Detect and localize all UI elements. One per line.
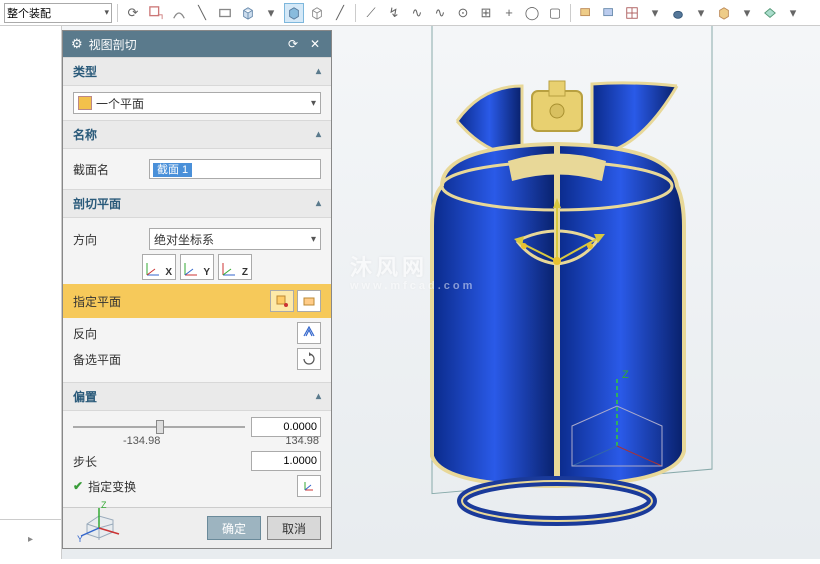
axis-y-button[interactable]: Y: [180, 254, 214, 280]
cancel-button[interactable]: 取消: [267, 516, 321, 540]
tool-path2-icon[interactable]: ↯: [384, 3, 404, 23]
specify-transform-check[interactable]: ✔ 指定变换: [73, 478, 136, 495]
type-combo[interactable]: 一个平面: [73, 92, 321, 114]
tool-wave1-icon[interactable]: ∿: [407, 3, 427, 23]
reverse-button[interactable]: [297, 322, 321, 344]
direction-label: 方向: [73, 231, 143, 248]
tool-layer2-icon[interactable]: [599, 3, 619, 23]
left-expand-handle[interactable]: [0, 519, 61, 559]
offset-min: -134.98: [123, 435, 160, 447]
offset-slider[interactable]: [73, 418, 245, 436]
separator: [117, 4, 118, 22]
section-name-label: 截面名: [73, 161, 143, 178]
assembly-label: 整个装配: [7, 5, 51, 21]
svg-text:Z: Z: [622, 369, 629, 381]
plane-options-icon[interactable]: [297, 290, 321, 312]
top-toolbar: 整个装配 ⟳ ╲ ▾ ╱ ⟋ ↯ ∿ ∿ ⊙ ⊞ + ◯ ▢ ▾ ▾ ▾ ▾: [0, 0, 820, 26]
tool-add-icon[interactable]: [146, 3, 166, 23]
tool-path1-icon[interactable]: ⟋: [361, 3, 381, 23]
left-sidebar: [0, 26, 62, 559]
transform-label: 指定变换: [88, 478, 136, 495]
offset-max: 134.98: [285, 435, 319, 447]
axis-z-button[interactable]: Z: [218, 254, 252, 280]
pick-plane-icon[interactable]: [270, 290, 294, 312]
tool-box-icon[interactable]: ▢: [545, 3, 565, 23]
tool-dropdown4-icon[interactable]: ▾: [737, 3, 757, 23]
tool-wire-icon[interactable]: [307, 3, 327, 23]
tool-dropdown3-icon[interactable]: ▾: [691, 3, 711, 23]
tool-line-icon[interactable]: ╲: [192, 3, 212, 23]
tool-teapot-icon[interactable]: [668, 3, 688, 23]
plane-icon: [78, 96, 92, 110]
panel-title-text: 视图剖切: [89, 36, 137, 53]
tool-cube-icon[interactable]: [238, 3, 258, 23]
section-offset-header[interactable]: 偏置: [63, 382, 331, 411]
reset-icon[interactable]: ⟳: [285, 36, 301, 52]
transform-csys-icon[interactable]: [297, 475, 321, 497]
section-type-header[interactable]: 类型: [63, 57, 331, 86]
specify-plane-label: 指定平面: [73, 293, 267, 310]
svg-text:Y: Y: [77, 534, 83, 544]
tool-target-icon[interactable]: ⊙: [453, 3, 473, 23]
close-icon[interactable]: ✕: [307, 36, 323, 52]
tool-dropdown2-icon[interactable]: ▾: [645, 3, 665, 23]
tool-refresh-icon[interactable]: ⟳: [123, 3, 143, 23]
tool-multi-icon[interactable]: ⊞: [476, 3, 496, 23]
ok-button[interactable]: 确定: [207, 516, 261, 540]
tool-shaded-icon[interactable]: [284, 3, 304, 23]
section-plane-header[interactable]: 剖切平面: [63, 189, 331, 218]
tool-rect-icon[interactable]: [215, 3, 235, 23]
section-view-panel: ⚙ 视图剖切 ⟳ ✕ 类型 一个平面 名称 截面名 截面 1 剖切平面 方向 绝…: [62, 30, 332, 549]
tool-curve-icon[interactable]: [169, 3, 189, 23]
view-triad[interactable]: Z Y: [75, 494, 125, 544]
tool-circle-icon[interactable]: ◯: [522, 3, 542, 23]
step-value-input[interactable]: [251, 451, 321, 471]
tool-plus-icon[interactable]: +: [499, 3, 519, 23]
offset-value-input[interactable]: [251, 417, 321, 437]
step-label: 步长: [73, 453, 143, 470]
section-name-input[interactable]: 截面 1: [149, 159, 321, 179]
direction-combo[interactable]: 绝对坐标系: [149, 228, 321, 250]
specify-plane-row[interactable]: 指定平面: [63, 284, 331, 318]
separator: [355, 4, 356, 22]
section-name-header[interactable]: 名称: [63, 120, 331, 149]
tool-wave2-icon[interactable]: ∿: [430, 3, 450, 23]
alt-plane-label: 备选平面: [73, 351, 143, 368]
tool-part-icon[interactable]: [714, 3, 734, 23]
gear-icon: ⚙: [71, 36, 83, 52]
svg-text:Z: Z: [101, 500, 107, 510]
axis-x-button[interactable]: X: [142, 254, 176, 280]
separator: [570, 4, 571, 22]
alt-plane-button[interactable]: [297, 348, 321, 370]
panel-titlebar[interactable]: ⚙ 视图剖切 ⟳ ✕: [63, 31, 331, 57]
assembly-combo[interactable]: 整个装配: [4, 3, 112, 23]
tool-edge-icon[interactable]: ╱: [330, 3, 350, 23]
tool-grid-icon[interactable]: [622, 3, 642, 23]
tool-view-icon[interactable]: [760, 3, 780, 23]
watermark: 沐风网 www.mfcad.com: [350, 250, 475, 292]
tool-dropdown5-icon[interactable]: ▾: [783, 3, 803, 23]
tool-dropdown-icon[interactable]: ▾: [261, 3, 281, 23]
type-value: 一个平面: [96, 95, 311, 112]
tool-layer1-icon[interactable]: [576, 3, 596, 23]
reverse-label: 反向: [73, 325, 143, 342]
check-icon: ✔: [73, 479, 83, 493]
